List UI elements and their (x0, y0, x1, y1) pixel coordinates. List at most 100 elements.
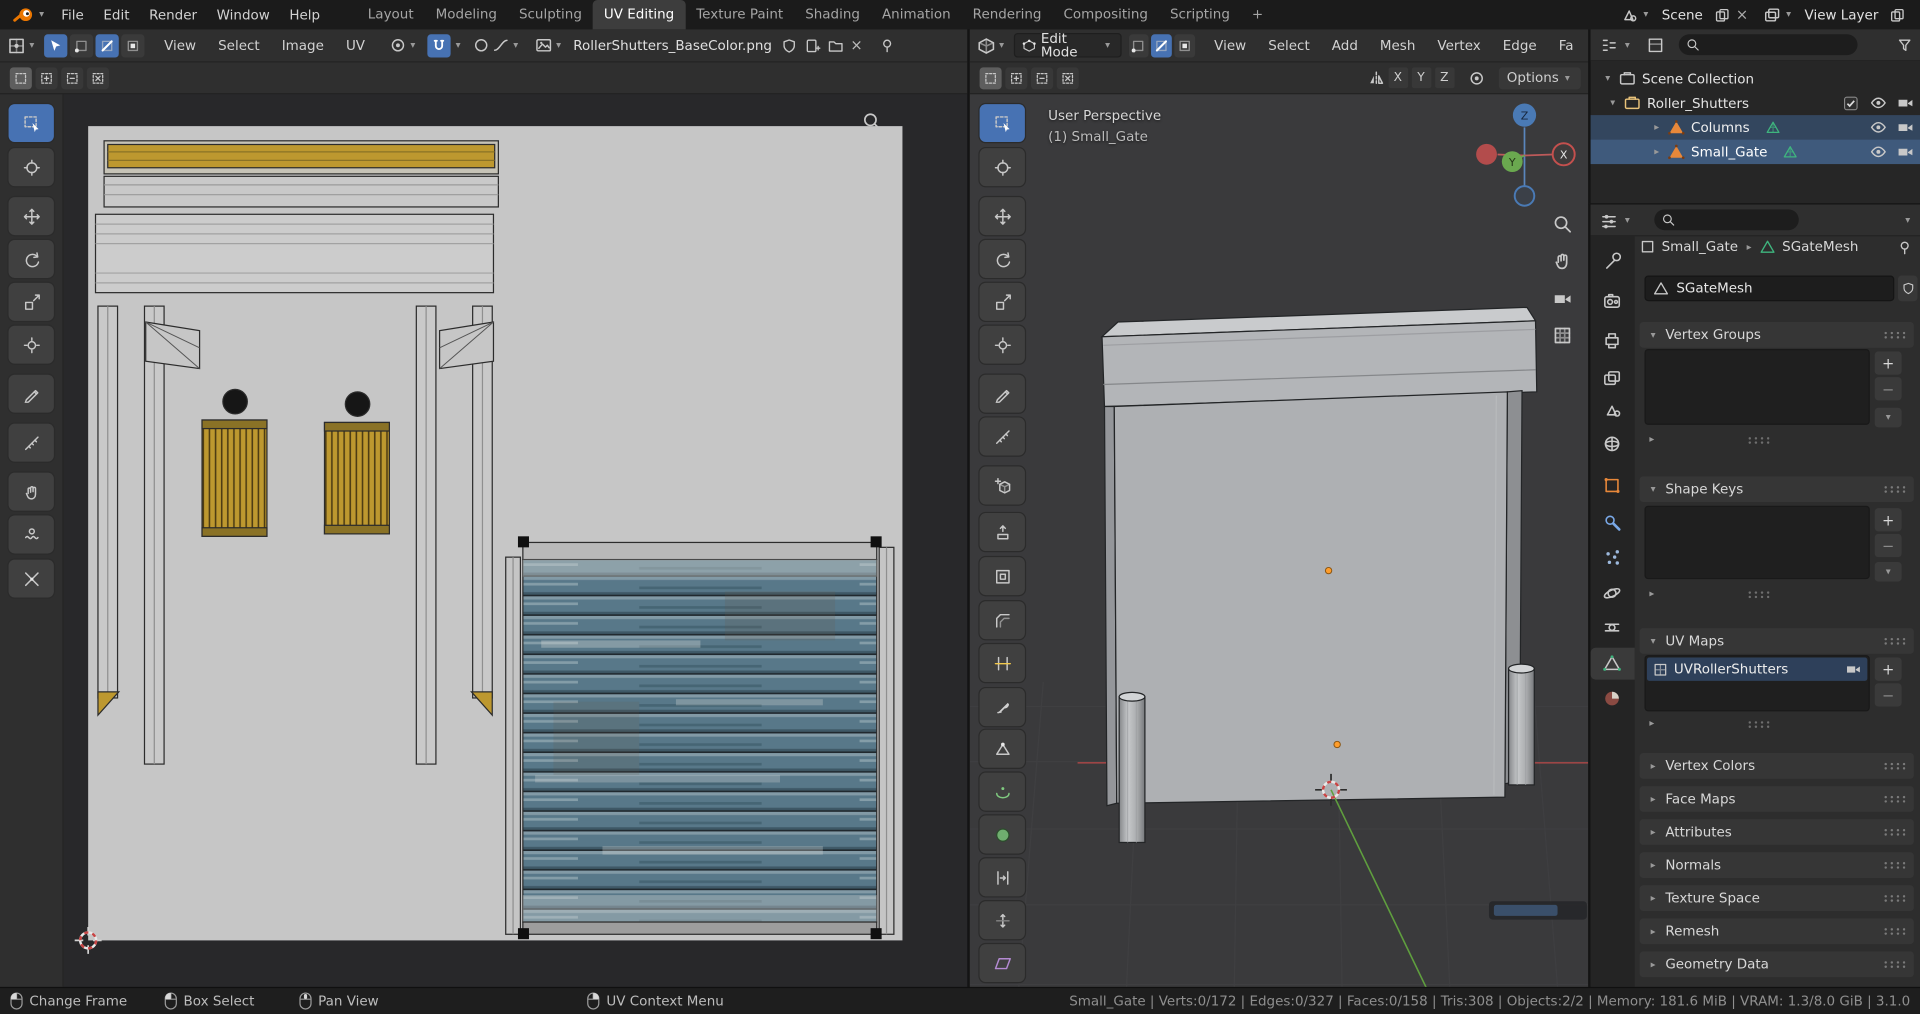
properties-editor-icon[interactable] (1600, 211, 1617, 228)
select-mode-set-button[interactable] (9, 66, 32, 89)
vp-menu-mesh[interactable]: Mesh (1370, 35, 1425, 56)
tab-physics[interactable] (1603, 584, 1621, 602)
tab-rendering[interactable]: Rendering (962, 0, 1053, 29)
editor-type-button[interactable] (977, 36, 1006, 54)
new-image-icon[interactable] (805, 37, 821, 53)
new-view-layer-icon[interactable] (1889, 7, 1905, 23)
camera-icon[interactable] (1897, 143, 1914, 160)
tab-view-layer[interactable] (1603, 369, 1621, 387)
panel-header-geometry-data[interactable]: Geometry Data (1639, 951, 1914, 978)
tool-loop-cut[interactable] (979, 644, 1025, 683)
unlink-scene-icon[interactable] (1733, 7, 1750, 22)
drag-dots-icon[interactable] (1883, 485, 1906, 494)
vertex-select-mode-button[interactable] (69, 33, 94, 57)
viewport-scene[interactable]: X Y Z User Perspective (1) Small_Gate (969, 94, 1591, 987)
disclosure-icon[interactable] (1652, 122, 1662, 132)
edge-select-mode-button[interactable] (95, 33, 119, 57)
tool-grab[interactable] (8, 472, 54, 511)
select-mode-difference-button[interactable] (86, 66, 109, 89)
tool-transform[interactable] (8, 325, 54, 364)
uv-menu-uv[interactable]: UV (336, 35, 375, 56)
tool-add-cube[interactable] (979, 466, 1025, 505)
panel-header-normals[interactable]: Normals (1639, 852, 1914, 878)
remove-shape-key-button[interactable] (1874, 533, 1902, 558)
filter-chevron-icon[interactable] (1903, 215, 1913, 225)
vertex-group-specials-button[interactable] (1874, 407, 1902, 428)
tool-shear[interactable] (979, 944, 1025, 983)
tool-scale[interactable] (979, 282, 1025, 321)
tool-edge-slide[interactable] (979, 858, 1025, 897)
snap-toggle[interactable] (427, 33, 451, 57)
panel-header-remesh[interactable]: Remesh (1639, 918, 1914, 945)
select-mode-set-button[interactable] (979, 66, 1002, 89)
drag-dots-icon[interactable] (1883, 331, 1906, 340)
tool-measure[interactable] (979, 417, 1025, 456)
menu-edit[interactable]: Edit (94, 4, 140, 25)
image-name[interactable]: RollerShutters_BaseColor.png (566, 39, 779, 52)
face-select-mode-button[interactable] (121, 33, 145, 57)
tool-move[interactable] (979, 197, 1025, 236)
tab-uv-editing[interactable]: UV Editing (592, 0, 686, 30)
vp-menu-vertex[interactable]: Vertex (1428, 35, 1491, 56)
breadcrumb-object[interactable]: Small_Gate (1662, 240, 1738, 253)
tool-cursor[interactable] (979, 148, 1025, 187)
pivot-point-button[interactable] (390, 37, 418, 54)
tab-world[interactable] (1603, 435, 1621, 453)
tab-animation[interactable]: Animation (871, 0, 962, 29)
remove-uv-map-button[interactable] (1874, 683, 1902, 707)
tool-measure[interactable] (8, 423, 54, 462)
shape-key-specials-button[interactable] (1874, 562, 1902, 582)
mirror-y-button[interactable]: Y (1411, 67, 1431, 89)
camera-view-icon[interactable] (1553, 289, 1573, 311)
menu-window[interactable]: Window (207, 4, 280, 25)
tab-shading[interactable]: Shading (794, 0, 871, 29)
tool-smooth[interactable] (979, 815, 1025, 854)
uv-map-item[interactable]: UVRollerShutters (1646, 657, 1868, 681)
fake-user-shield-icon[interactable] (782, 37, 798, 53)
tab-tool[interactable] (1603, 251, 1622, 269)
drag-dots-icon[interactable] (1883, 828, 1906, 837)
panel-header-texture-space[interactable]: Texture Space (1639, 885, 1914, 912)
navigation-gizmo[interactable]: X Y Z (1476, 103, 1576, 207)
select-mode-extend-button[interactable] (35, 66, 58, 89)
vp-menu-add[interactable]: Add (1322, 35, 1368, 56)
snap-options-chevron[interactable] (453, 40, 463, 50)
camera-icon[interactable] (1845, 661, 1861, 677)
shape-keys-list[interactable] (1644, 505, 1870, 580)
tab-object-data[interactable] (1603, 654, 1621, 672)
open-image-folder-icon[interactable] (828, 37, 844, 53)
fake-user-button[interactable] (1897, 275, 1918, 302)
vertex-select-mode-button[interactable] (1128, 33, 1149, 57)
tab-compositing[interactable]: Compositing (1052, 0, 1158, 29)
tab-constraints[interactable] (1603, 618, 1621, 636)
vp-menu-view[interactable]: View (1204, 35, 1256, 56)
falloff-button[interactable] (492, 37, 520, 54)
tool-transform[interactable] (979, 325, 1025, 364)
uv-canvas[interactable] (0, 94, 968, 987)
unlink-image-icon[interactable] (847, 38, 867, 53)
drag-dots-icon[interactable] (1883, 795, 1906, 804)
menu-render[interactable]: Render (139, 4, 207, 25)
tool-select-box[interactable] (979, 104, 1025, 143)
select-mode-subtract-button[interactable] (1031, 66, 1054, 89)
remove-vertex-group-button[interactable] (1874, 377, 1902, 401)
options-dropdown[interactable]: Options (1498, 66, 1581, 89)
disclosure-icon[interactable] (1608, 98, 1618, 108)
add-vertex-group-button[interactable] (1874, 351, 1902, 375)
pin-icon[interactable] (879, 37, 895, 53)
drag-dots-icon[interactable] (1883, 861, 1906, 870)
tool-annotate[interactable] (979, 374, 1025, 413)
tab-render[interactable] (1603, 291, 1621, 309)
outliner-row-scene-collection[interactable]: Scene Collection (1591, 66, 1920, 90)
ortho-grid-icon[interactable] (1553, 326, 1573, 346)
proportional-editing-icon[interactable] (473, 37, 490, 54)
drag-dots-icon[interactable] (1883, 960, 1906, 969)
disclosure-icon[interactable] (1603, 73, 1613, 83)
uv-menu-select[interactable]: Select (208, 35, 269, 56)
drag-dots-icon[interactable] (1883, 927, 1906, 936)
vp-menu-select[interactable]: Select (1258, 35, 1319, 56)
drag-dots-icon[interactable] (1883, 762, 1906, 771)
display-mode-icon[interactable] (1647, 36, 1664, 53)
tool-cursor[interactable] (8, 148, 54, 187)
tab-scene[interactable] (1603, 400, 1621, 418)
